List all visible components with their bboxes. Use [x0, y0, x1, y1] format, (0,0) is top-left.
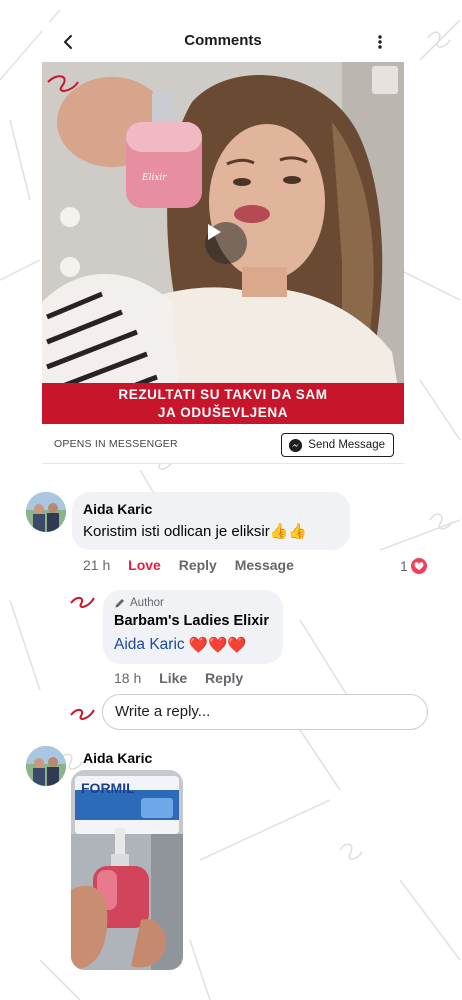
message-button[interactable]: Message: [235, 557, 294, 573]
messenger-icon: [289, 438, 303, 452]
brand-avatar-icon: [70, 708, 95, 720]
reply-input[interactable]: Write a reply...: [102, 694, 428, 730]
comment-text: Koristim isti odlican je eliksir👍👍: [83, 523, 308, 540]
reaction-count: 1: [400, 558, 408, 574]
mention-link[interactable]: Aida Karic: [114, 636, 185, 655]
love-reaction-button[interactable]: Love: [128, 557, 161, 573]
svg-text:Elixir: Elixir: [141, 173, 167, 183]
reply-time: 18 h: [114, 670, 142, 686]
reply-button[interactable]: Reply: [205, 670, 243, 686]
video-caption-line-1: REZULTATI SU TAKVI DA SAM: [118, 387, 328, 402]
more-options-button[interactable]: [372, 30, 388, 54]
avatar-photo: [26, 746, 66, 786]
reply-text: Aida Karic ❤️❤️❤️: [114, 636, 247, 655]
pencil-icon: [115, 599, 124, 608]
reply-button[interactable]: Reply: [179, 557, 217, 573]
reaction-summary[interactable]: 1: [400, 557, 428, 575]
page-title: Comments: [184, 32, 262, 49]
brand-avatar-icon[interactable]: [70, 594, 96, 608]
comment-author[interactable]: Aida Karic: [83, 501, 152, 517]
comment-photo[interactable]: FORMIL: [71, 770, 183, 970]
photo-box-label: FORMIL: [81, 780, 135, 796]
comments-header: Comments: [42, 22, 404, 62]
more-vertical-icon: [378, 35, 382, 49]
comment-author[interactable]: Aida Karic: [83, 750, 152, 766]
cta-row: OPENS IN MESSENGER Send Message: [42, 424, 404, 464]
reply-actions: 18 h Like Reply: [114, 670, 257, 686]
send-message-button[interactable]: Send Message: [281, 433, 394, 457]
sponsored-video-card: Elixir REZULTATI SU TAKVI DA SAM JA ODUŠ…: [42, 62, 404, 464]
video-caption-line-2: JA ODUŠEVLJENA: [157, 405, 289, 420]
send-message-label: Send Message: [308, 439, 385, 451]
love-reaction-icon: [409, 557, 428, 575]
opens-in-messenger-label: OPENS IN MESSENGER: [54, 438, 178, 450]
avatar-aida-karic[interactable]: [26, 492, 66, 532]
play-icon: [208, 224, 221, 240]
reply-bubble: Author Barbam's Ladies Elixir Aida Karic…: [103, 590, 283, 664]
avatar-aida-karic[interactable]: [26, 746, 66, 786]
comment-time: 21 h: [83, 557, 111, 573]
video-caption: REZULTATI SU TAKVI DA SAM JA ODUŠEVLJENA: [42, 383, 404, 424]
author-badge: Author: [114, 597, 164, 609]
video-player[interactable]: Elixir REZULTATI SU TAKVI DA SAM JA ODUŠ…: [42, 62, 404, 424]
play-button[interactable]: [205, 222, 247, 264]
like-button[interactable]: Like: [159, 670, 187, 686]
reply-author[interactable]: Barbam's Ladies Elixir: [114, 613, 269, 629]
comment-actions: 21 h Love Reply Message: [83, 557, 308, 573]
comment-bubble: Aida Karic Koristim isti odlican je elik…: [72, 492, 350, 550]
avatar-photo: [26, 492, 66, 532]
comment-photo-image: FORMIL: [71, 770, 183, 970]
author-badge-label: Author: [130, 597, 164, 609]
hearts-emoji: ❤️❤️❤️: [188, 637, 247, 654]
